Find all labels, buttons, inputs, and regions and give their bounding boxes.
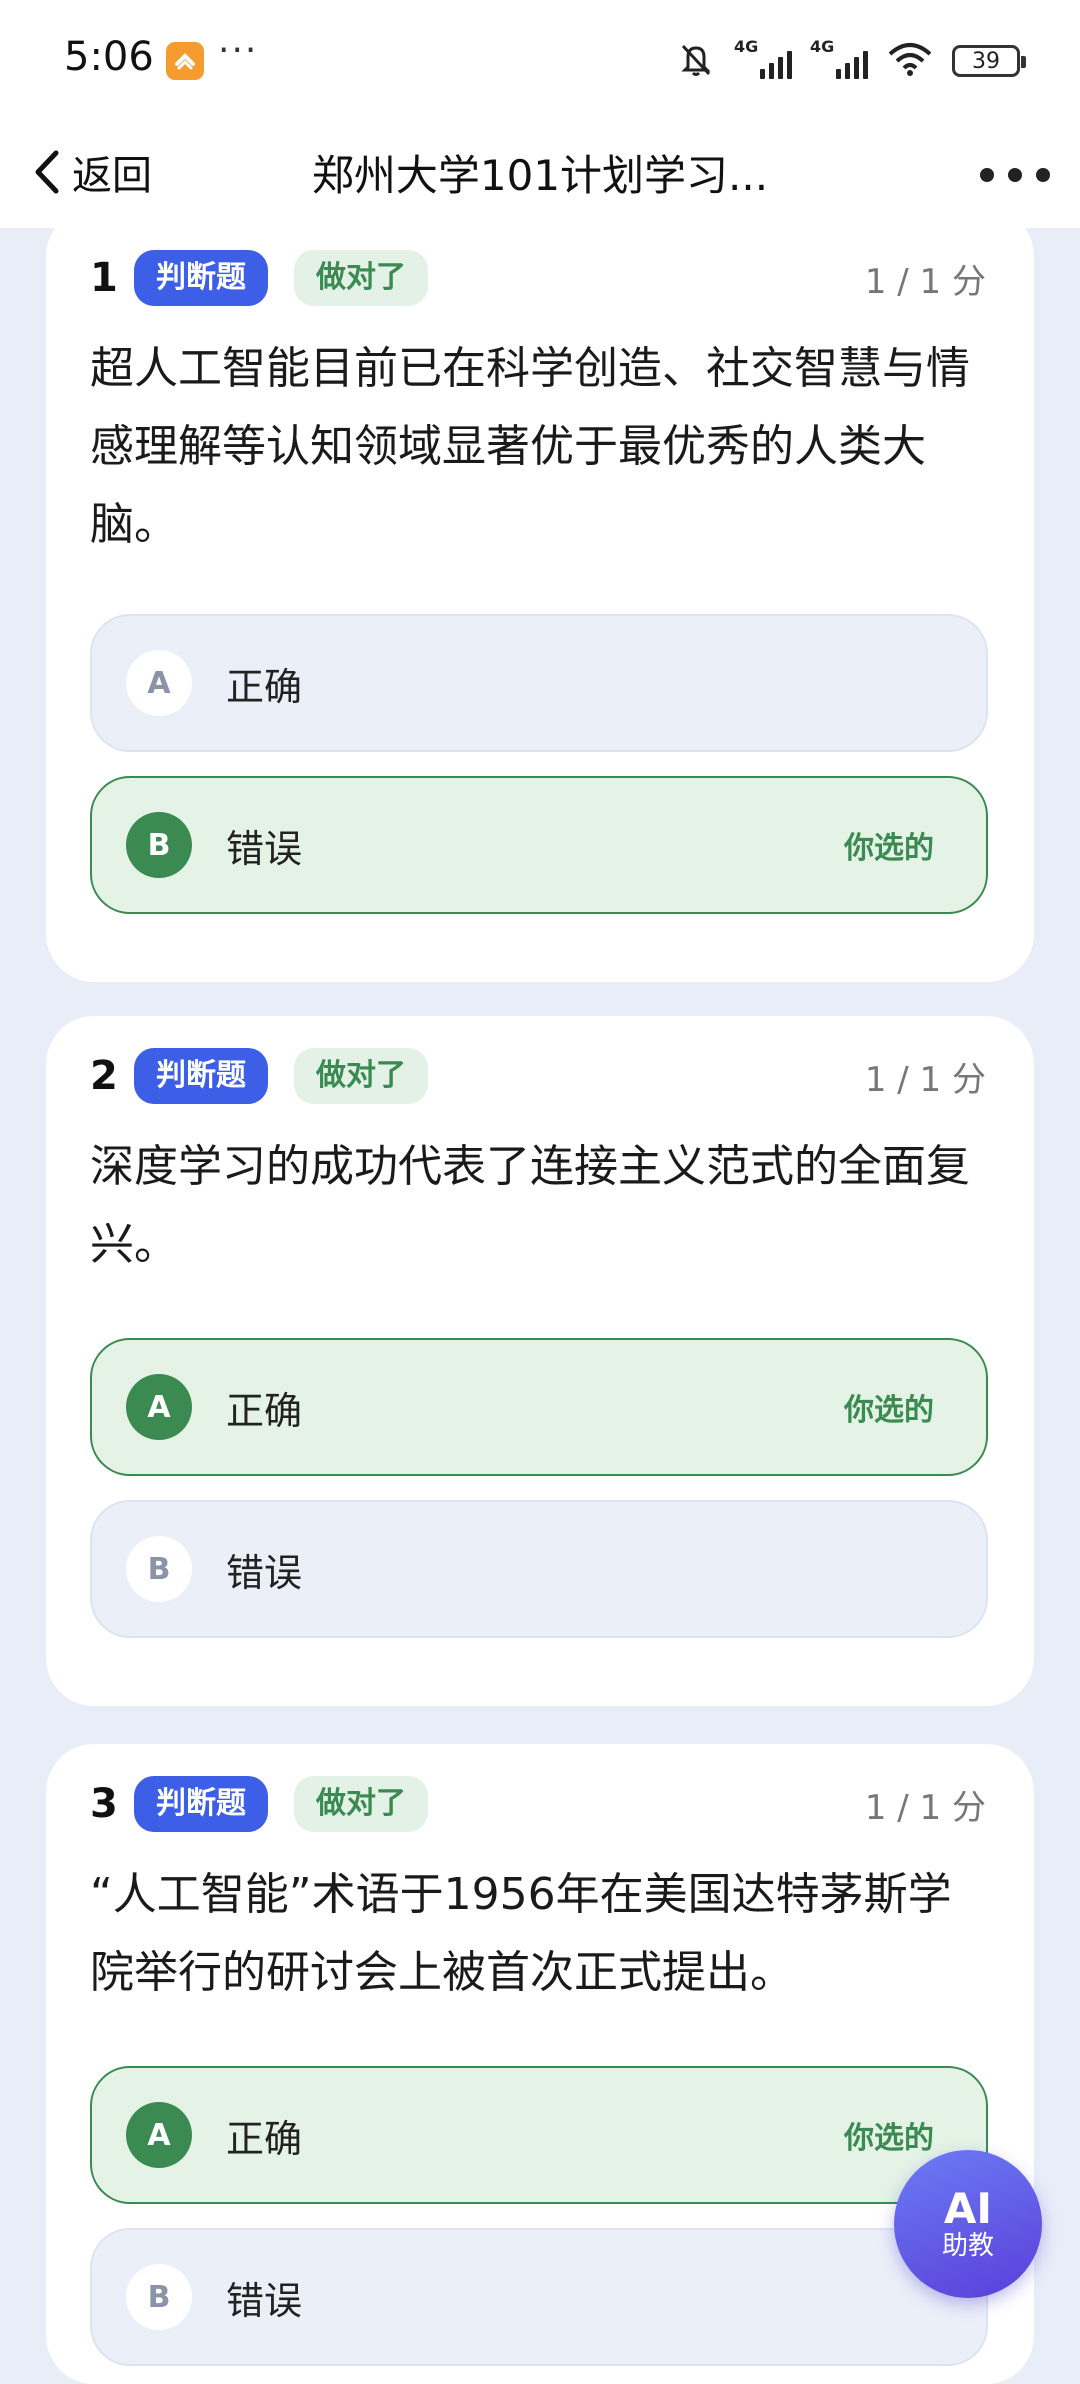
question-text: 深度学习的成功代表了连接主义范式的全面复兴。: [90, 1141, 970, 1270]
score: 1 / 1 分: [864, 261, 986, 302]
option-letter: A: [126, 2102, 192, 2168]
question-type-badge: 判断题: [134, 1776, 268, 1832]
option-text: 正确: [226, 664, 303, 709]
dot-icon: [980, 168, 994, 182]
question-type-badge: 判断题: [134, 250, 268, 306]
result-badge: 做对了: [294, 1776, 428, 1832]
score: 1 / 1 分: [864, 1059, 986, 1100]
mute-bell-icon: [676, 39, 716, 83]
question-card: 1 判断题 做对了 1 / 1 分 超人工智能目前已在科学创造、社交智慧与情感理…: [46, 208, 1034, 982]
option-a[interactable]: A 正确 你选的: [90, 1338, 988, 1476]
question-text: 超人工智能目前已在科学创造、社交智慧与情感理解等认知领域显著优于最优秀的人类大脑…: [90, 343, 970, 550]
result-badge: 做对了: [294, 1048, 428, 1104]
question-card: 2 判断题 做对了 1 / 1 分 深度学习的成功代表了连接主义范式的全面复兴。…: [46, 1016, 1034, 1706]
wifi-icon: [886, 40, 934, 82]
nav-bar: 返回 郑州大学101计划学习...: [0, 120, 1080, 228]
question-number: 1: [90, 255, 118, 301]
more-options-button[interactable]: [980, 150, 1050, 200]
option-text: 正确: [226, 1388, 303, 1433]
your-choice-label: 你选的: [844, 1393, 934, 1428]
more-notifications-dots: ···: [218, 30, 259, 71]
option-a[interactable]: A 正确 你选的: [90, 2066, 988, 2204]
option-b[interactable]: B 错误 你选的: [90, 776, 988, 914]
option-a[interactable]: A 正确: [90, 614, 988, 752]
question-card: 3 判断题 做对了 1 / 1 分 “人工智能”术语于1956年在美国达特茅斯学…: [46, 1744, 1034, 2384]
option-text: 错误: [226, 826, 303, 871]
result-badge: 做对了: [294, 250, 428, 306]
back-button[interactable]: 返回: [30, 140, 152, 204]
question-header: 1 判断题 做对了 1 / 1 分: [90, 248, 986, 308]
your-choice-label: 你选的: [844, 2121, 934, 2156]
your-choice-label: 你选的: [844, 831, 934, 866]
chevron-left-icon: [35, 150, 59, 194]
ai-label: AI: [943, 2184, 993, 2233]
signal-strength-icon: 4G: [734, 37, 792, 79]
score: 1 / 1 分: [864, 1787, 986, 1828]
question-text: “人工智能”术语于1956年在美国达特茅斯学院举行的研讨会上被首次正式提出。: [90, 1869, 952, 1998]
dot-icon: [1008, 168, 1022, 182]
option-letter: A: [126, 650, 192, 716]
option-letter: A: [126, 1374, 192, 1440]
top-bar: 5:06 ··· 4G 4G 39 返回 郑州大学101计划学习...: [0, 0, 1080, 228]
dot-icon: [1036, 168, 1050, 182]
status-time: 5:06: [64, 34, 154, 80]
option-letter: B: [126, 812, 192, 878]
question-number: 3: [90, 1781, 118, 1827]
option-letter: B: [126, 2264, 192, 2330]
option-letter: B: [126, 1536, 192, 1602]
signal-strength-icon: 4G: [810, 37, 868, 79]
page-title: 郑州大学101计划学习...: [311, 151, 769, 200]
option-b[interactable]: B 错误: [90, 1500, 988, 1638]
battery-icon: 39: [952, 45, 1026, 77]
question-number: 2: [90, 1053, 118, 1099]
option-b[interactable]: B 错误: [90, 2228, 988, 2366]
ai-assistant-button[interactable]: AI 助教: [894, 2150, 1042, 2298]
option-text: 错误: [226, 2278, 303, 2323]
question-header: 2 判断题 做对了 1 / 1 分: [90, 1046, 986, 1106]
back-label: 返回: [72, 153, 152, 199]
question-header: 3 判断题 做对了 1 / 1 分: [90, 1774, 986, 1834]
question-type-badge: 判断题: [134, 1048, 268, 1104]
option-text: 错误: [226, 1550, 303, 1595]
app-notification-icon: [166, 42, 204, 80]
assistant-label: 助教: [941, 2231, 994, 2261]
status-icons: 4G 4G 39: [676, 36, 1026, 86]
option-text: 正确: [226, 2116, 303, 2161]
status-bar: 5:06 ··· 4G 4G 39: [0, 0, 1080, 120]
